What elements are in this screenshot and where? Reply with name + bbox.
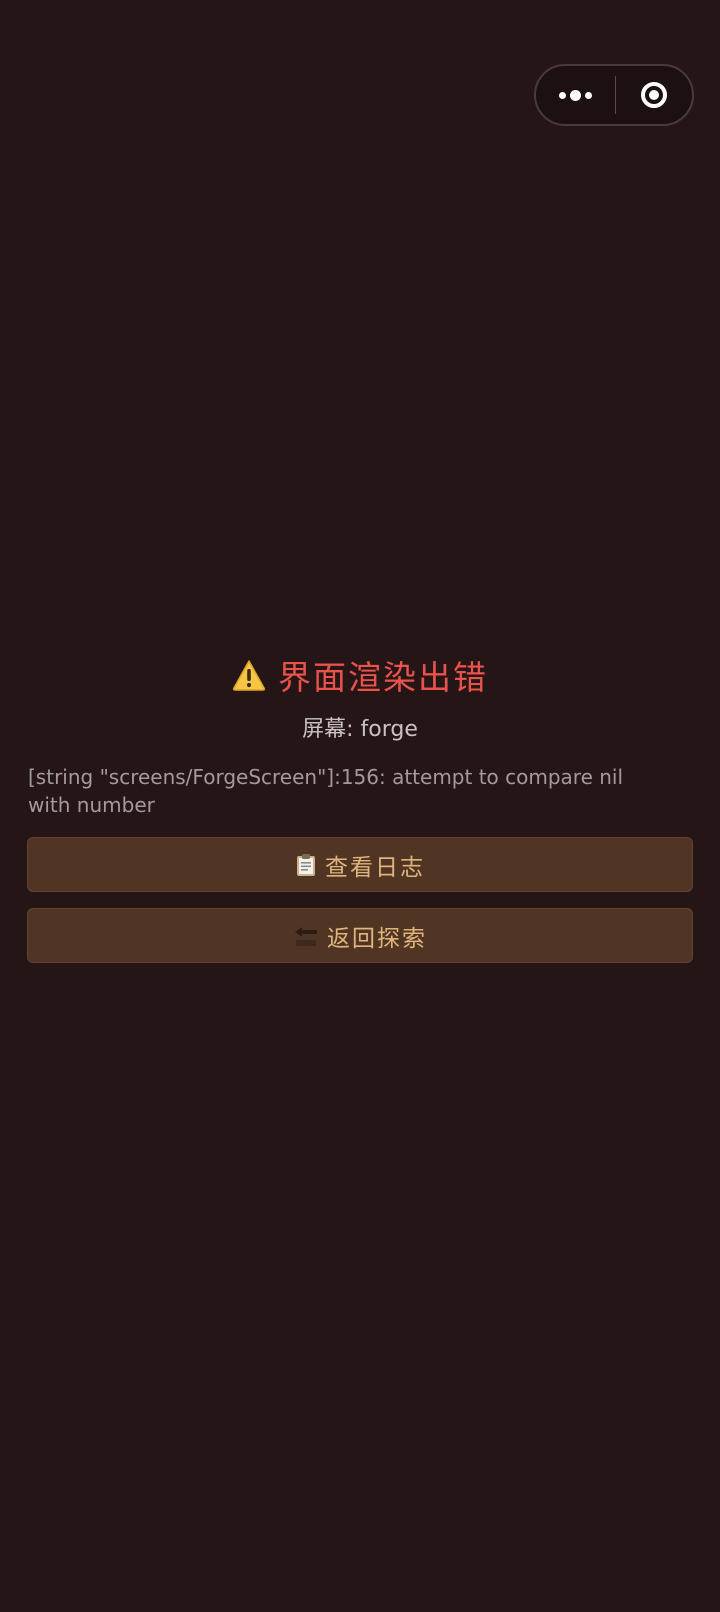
- error-heading: 界面渲染出错: [0, 650, 720, 700]
- view-logs-label: 查看日志: [325, 854, 425, 881]
- target-circle-icon: [641, 82, 667, 108]
- error-title: 界面渲染出错: [278, 658, 488, 697]
- back-to-explore-label: 返回探索: [327, 925, 427, 952]
- mini-program-capsule: [534, 64, 694, 126]
- error-message-line: with number: [28, 793, 155, 817]
- more-menu-button[interactable]: [536, 66, 615, 124]
- view-logs-button[interactable]: 查看日志: [27, 837, 693, 892]
- back-to-explore-button[interactable]: 返回探索: [27, 908, 693, 963]
- error-message: [string "screens/ForgeScreen"]:156: atte…: [28, 763, 628, 819]
- close-program-button[interactable]: [616, 66, 692, 124]
- more-dots-icon: [559, 89, 592, 101]
- error-message-line: [string "screens/ForgeScreen"]:156: atte…: [28, 765, 624, 789]
- screen-name-text: 屏幕: forge: [302, 717, 418, 742]
- clipboard-icon: [295, 853, 317, 877]
- error-page: 界面渲染出错 屏幕: forge [string "screens/ForgeS…: [0, 0, 720, 1612]
- warning-icon: [232, 660, 266, 691]
- back-arrow-icon: [293, 924, 319, 948]
